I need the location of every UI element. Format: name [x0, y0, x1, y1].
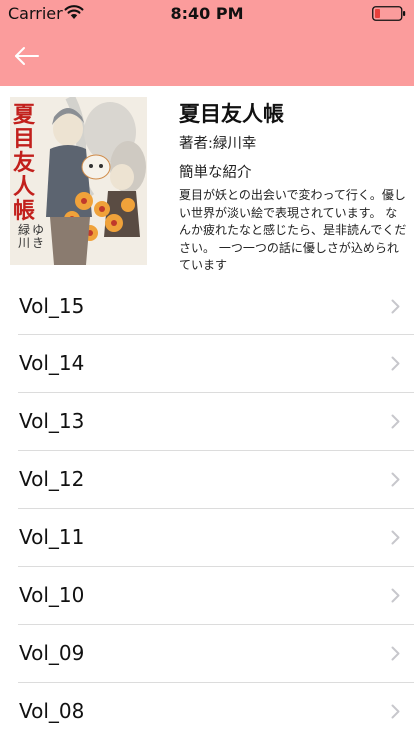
cover-author-char-1: 緑: [18, 222, 30, 237]
screen: Carrier 8:40 PM 夏 目 友 人 帳 緑 川 ゆ き 夏目友人帳 …: [0, 0, 414, 736]
back-arrow-icon: [15, 47, 39, 65]
back-button[interactable]: [10, 40, 46, 72]
chevron-right-icon: [391, 472, 400, 487]
nav-bar: [0, 28, 414, 86]
intro-heading: 簡単な紹介: [179, 165, 252, 181]
volume-row[interactable]: Vol_15: [18, 278, 414, 335]
battery-icon: [372, 6, 406, 21]
cover-author-char-3: ゆ: [32, 223, 44, 237]
volume-row[interactable]: Vol_08: [18, 683, 414, 736]
volume-label: Vol_12: [19, 467, 85, 491]
chevron-right-icon: [391, 530, 400, 545]
cover-author-char-2: 川: [18, 236, 30, 250]
volume-row[interactable]: Vol_13: [18, 393, 414, 451]
status-bar: Carrier 8:40 PM: [0, 0, 414, 28]
volume-label: Vol_13: [19, 409, 85, 433]
book-cover-image[interactable]: 夏 目 友 人 帳 緑 川 ゆ き: [10, 97, 147, 265]
clock: 8:40 PM: [170, 4, 244, 23]
book-info: 夏目友人帳 著者:緑川幸 簡単な紹介 夏目が妖との出会いで変わって行く。優しい世…: [179, 100, 409, 275]
volume-row[interactable]: Vol_14: [18, 335, 414, 393]
volume-label: Vol_10: [19, 583, 85, 607]
volume-label: Vol_08: [19, 699, 85, 723]
chevron-right-icon: [391, 299, 400, 314]
cover-title-char-2: 目: [13, 126, 35, 152]
volume-list: Vol_15 Vol_14 Vol_13 Vol_12 Vol_11 Vol_1…: [0, 278, 414, 736]
chevron-right-icon: [391, 356, 400, 371]
volume-row[interactable]: Vol_11: [18, 509, 414, 567]
cover-title-char-3: 友: [13, 150, 35, 176]
chevron-right-icon: [391, 704, 400, 719]
chevron-right-icon: [391, 414, 400, 429]
chevron-right-icon: [391, 588, 400, 603]
volume-label: Vol_09: [19, 641, 85, 665]
cover-author-char-4: き: [32, 236, 44, 250]
volume-row[interactable]: Vol_12: [18, 451, 414, 509]
volume-label: Vol_14: [19, 351, 85, 375]
book-author: 著者:緑川幸: [179, 136, 257, 152]
chevron-right-icon: [391, 646, 400, 661]
volume-label: Vol_11: [19, 525, 85, 549]
cover-title-char-1: 夏: [13, 102, 36, 128]
cover-title-char-5: 帳: [13, 198, 35, 224]
volume-row[interactable]: Vol_09: [18, 625, 414, 683]
volume-row[interactable]: Vol_10: [18, 567, 414, 625]
cover-title-char-4: 人: [13, 174, 35, 200]
volume-label: Vol_15: [19, 294, 85, 318]
book-header: 夏 目 友 人 帳 緑 川 ゆ き 夏目友人帳 著者:緑川幸 簡単な紹介 夏目が…: [0, 86, 414, 278]
book-title: 夏目友人帳: [179, 102, 284, 126]
intro-text: 夏目が妖との出会いで変わって行く。優しい世界が淡い絵で表現されています。 なんか…: [179, 188, 407, 272]
top-bar: Carrier 8:40 PM: [0, 0, 414, 86]
